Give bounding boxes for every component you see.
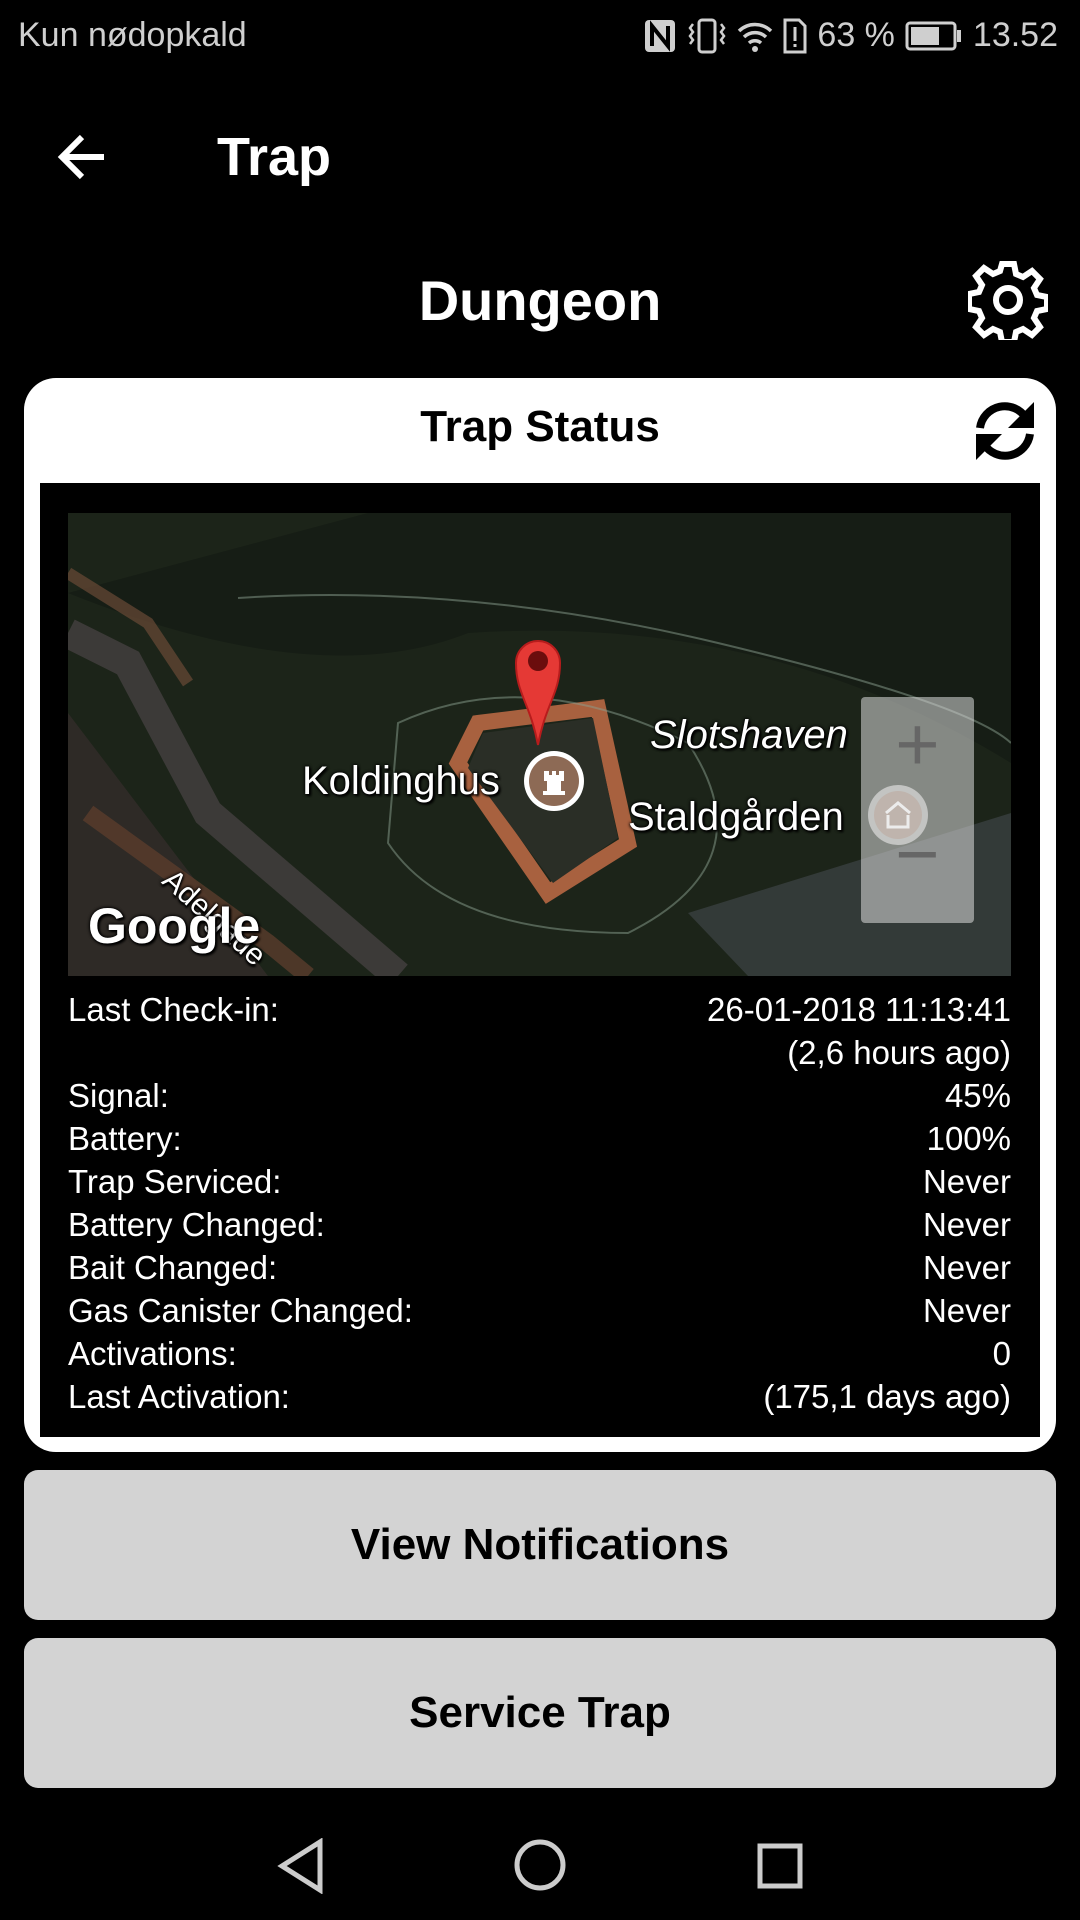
vibrate-icon xyxy=(688,18,726,53)
row-label: Gas Canister Changed: xyxy=(68,1292,413,1329)
wifi-icon xyxy=(738,22,773,52)
nfc-icon xyxy=(645,19,676,52)
map-view[interactable]: Koldinghus Slotshaven Staldgården Adelga… xyxy=(68,513,1011,976)
map-label-castle: Koldinghus xyxy=(302,759,500,803)
row-label: Last Check-in: xyxy=(68,991,279,1028)
status-row: Battery: 100% xyxy=(68,1117,1011,1160)
status-row: Trap Serviced: Never xyxy=(68,1160,1011,1203)
row-label: Battery Changed: xyxy=(68,1206,325,1243)
zoom-out-button[interactable]: − xyxy=(861,815,974,895)
status-panel: Koldinghus Slotshaven Staldgården Adelga… xyxy=(40,483,1040,1437)
row-label: Signal: xyxy=(68,1077,169,1114)
square-recents-icon[interactable] xyxy=(756,1842,804,1890)
battery-percent: 63 % xyxy=(817,16,895,54)
row-label: Bait Changed: xyxy=(68,1249,278,1286)
status-row: Battery Changed: Never xyxy=(68,1203,1011,1246)
page-title: Trap xyxy=(217,127,332,187)
triangle-back-icon[interactable] xyxy=(276,1838,326,1894)
google-logo: Google xyxy=(88,898,261,954)
service-trap-button[interactable]: Service Trap xyxy=(24,1638,1056,1788)
row-value-secondary: (2,6 hours ago) xyxy=(787,1034,1011,1071)
row-value: 0 xyxy=(992,1335,1011,1372)
status-row: Signal: 45% xyxy=(68,1074,1011,1117)
row-value: 100% xyxy=(926,1120,1011,1157)
status-rows: Last Check-in: 26-01-2018 11:13:41 (2,6 ho… xyxy=(68,988,1011,1418)
row-value: 45% xyxy=(944,1077,1011,1114)
map-label-museum: Staldgården xyxy=(628,795,844,839)
status-row: Activations: 0 xyxy=(68,1332,1011,1375)
status-carrier: Kun nødopkald xyxy=(18,16,247,54)
view-notifications-button[interactable]: View Notifications xyxy=(24,1470,1056,1620)
row-value: Never xyxy=(922,1249,1011,1286)
row-label: Last Activation: xyxy=(68,1378,290,1415)
arrow-left-icon[interactable] xyxy=(56,132,108,182)
map-label-park: Slotshaven xyxy=(650,713,848,757)
trap-name: Dungeon xyxy=(418,269,662,332)
status-row: Gas Canister Changed: Never xyxy=(68,1289,1011,1332)
circle-home-icon[interactable] xyxy=(513,1838,567,1892)
zoom-in-button[interactable]: + xyxy=(861,705,974,785)
row-label: Trap Serviced: xyxy=(68,1163,282,1200)
refresh-icon[interactable] xyxy=(972,400,1038,462)
status-row: Last Activation: (175,1 days ago) xyxy=(68,1375,1011,1418)
status-row-continued: (2,6 hours ago) xyxy=(68,1031,1011,1074)
row-value: 26-01-2018 11:13:41 xyxy=(707,991,1011,1028)
zoom-controls: + − xyxy=(861,697,974,923)
battery-icon xyxy=(905,21,961,50)
status-icons: 63 % 13.52 xyxy=(643,16,1058,55)
row-label: Activations: xyxy=(68,1335,237,1372)
trap-status-card: Trap Status Koldinghus Slotshaven Staldg… xyxy=(24,378,1056,1452)
sim-alert-icon xyxy=(783,18,807,53)
status-row: Bait Changed: Never xyxy=(68,1246,1011,1289)
row-value: Never xyxy=(922,1163,1011,1200)
row-value: Never xyxy=(922,1206,1011,1243)
status-row: Last Check-in: 26-01-2018 11:13:41 xyxy=(68,988,1011,1031)
row-value: Never xyxy=(922,1292,1011,1329)
row-label: Battery: xyxy=(68,1120,182,1157)
row-value: (175,1 days ago) xyxy=(763,1378,1011,1415)
gear-icon[interactable] xyxy=(968,260,1048,340)
card-title: Trap Status xyxy=(420,402,660,451)
status-time: 13.52 xyxy=(972,16,1058,54)
